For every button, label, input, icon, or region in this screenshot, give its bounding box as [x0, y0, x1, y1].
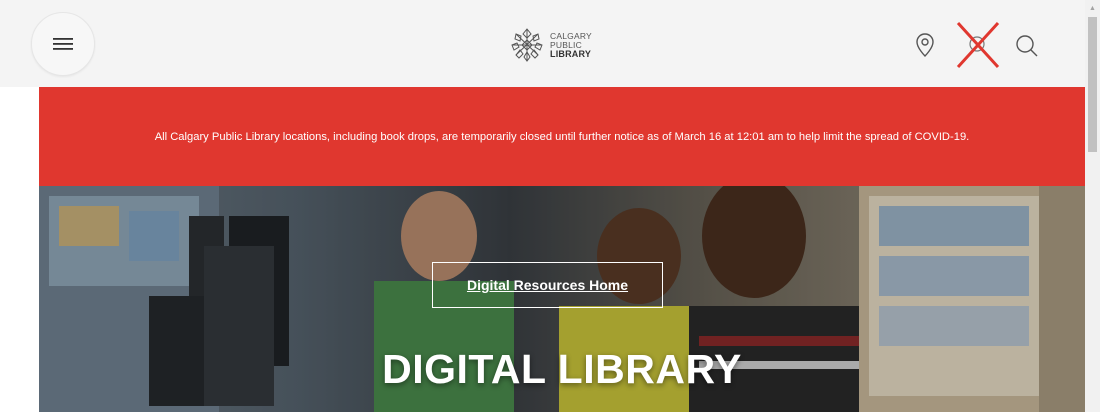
digital-resources-home-link[interactable]: Digital Resources Home [432, 262, 663, 308]
alert-text: All Calgary Public Library locations, in… [154, 130, 970, 143]
map-pin-icon [916, 33, 934, 57]
red-x-mark [956, 21, 1000, 69]
scrollbar-thumb[interactable] [1088, 17, 1097, 152]
search-icon [1016, 35, 1038, 57]
logo-text: CALGARY PUBLIC LIBRARY [550, 31, 592, 59]
menu-button[interactable] [31, 12, 95, 76]
location-button[interactable] [914, 32, 936, 58]
site-header: CALGARY PUBLIC LIBRARY [0, 0, 1085, 87]
library-logo[interactable]: CALGARY PUBLIC LIBRARY [508, 25, 592, 65]
logo-line-library: LIBRARY [550, 48, 592, 59]
page-title: DIGITAL LIBRARY [382, 346, 742, 392]
digital-resources-home-label: Digital Resources Home [466, 277, 629, 293]
page: CALGARY PUBLIC LIBRARY All Calgary Publi… [0, 0, 1085, 412]
hero-section: Digital Resources Home DIGITAL LIBRARY [39, 186, 1085, 412]
library-logo-icon [511, 28, 543, 62]
scroll-up-arrow-icon[interactable]: ▲ [1085, 0, 1100, 17]
search-button[interactable] [1014, 33, 1040, 59]
covid-alert-banner: All Calgary Public Library locations, in… [39, 87, 1085, 186]
vertical-scrollbar[interactable]: ▲ [1085, 0, 1100, 412]
hamburger-menu-icon [53, 38, 73, 50]
